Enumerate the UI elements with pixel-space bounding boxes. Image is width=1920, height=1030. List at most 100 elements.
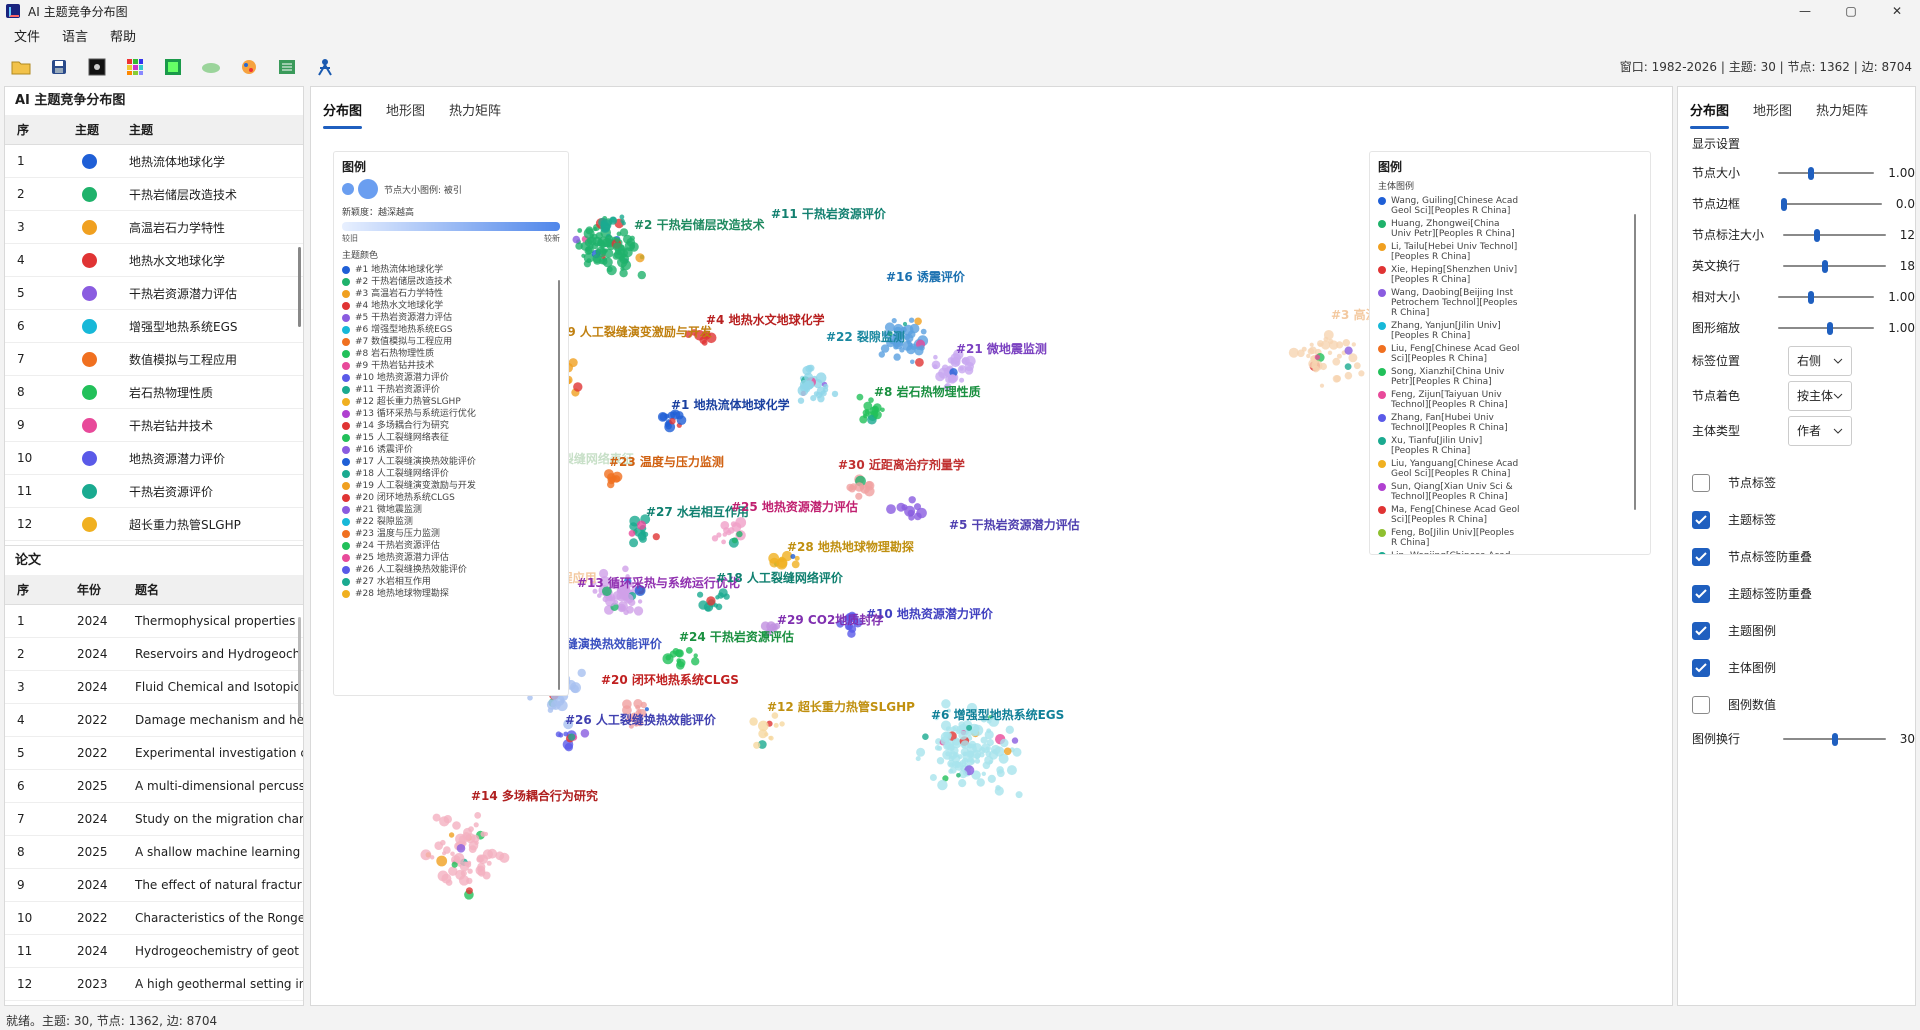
setting-select[interactable]: 按主体 [1788,380,1852,411]
node-point[interactable] [713,603,719,608]
node-point[interactable] [443,815,452,824]
topic-row[interactable]: 4 地热水文地球化学 [5,244,303,277]
node-point[interactable] [856,393,864,401]
node-point[interactable] [815,372,827,383]
node-point[interactable] [945,751,951,757]
paper-row[interactable]: 8 2025 A shallow machine learning [5,836,303,869]
node-point[interactable] [464,861,469,867]
palette-icon[interactable] [238,56,260,78]
tab-distribution[interactable]: 分布图 [323,92,363,129]
cluster-label[interactable]: #16 诱震评价 [886,269,966,284]
setting-slider[interactable] [1781,197,1882,211]
node-point[interactable] [994,786,1004,796]
slider-thumb[interactable] [1813,228,1820,242]
checkbox-row[interactable]: 图例数值 [1678,686,1915,723]
node-point[interactable] [947,743,955,752]
checkbox[interactable] [1692,695,1710,714]
node-point[interactable] [893,353,901,361]
topic-row[interactable]: 12 超长重力热管SLGHP [5,508,303,541]
cluster-label[interactable]: #25 地热资源潜力评估 [731,499,858,514]
node-point[interactable] [570,682,581,694]
node-point[interactable] [622,565,629,573]
node-point[interactable] [964,366,974,375]
node-point[interactable] [1005,725,1014,734]
node-point[interactable] [966,724,973,731]
col-paper-title[interactable]: 题名 [129,581,303,598]
node-point[interactable] [915,756,921,762]
node-point[interactable] [950,726,957,732]
node-point[interactable] [577,228,583,233]
cluster-label[interactable]: #12 超长重力热管SLGHP [767,699,915,714]
node-point[interactable] [597,593,602,598]
node-point[interactable] [1301,346,1307,352]
image-export-icon[interactable] [162,56,184,78]
topic-row[interactable]: 5 干热岩资源潜力评估 [5,277,303,310]
node-point[interactable] [1311,360,1323,371]
topic-row[interactable]: 8 岩石热物理性质 [5,376,303,409]
cluster-label[interactable]: #22 裂隙监测 [826,329,905,344]
node-point[interactable] [954,361,960,366]
node-point[interactable] [847,629,856,638]
node-point[interactable] [958,779,967,788]
node-point[interactable] [981,771,986,776]
node-point[interactable] [976,778,985,787]
cluster-label[interactable]: #29 CO2地质封存 [777,612,883,627]
node-point[interactable] [1344,346,1353,355]
cluster-label[interactable]: #24 干热岩资源评估 [679,629,794,644]
node-point[interactable] [568,733,576,741]
node-point[interactable] [629,522,638,531]
setting-slider[interactable] [1777,290,1875,304]
cluster-label[interactable]: #20 闭环地热系统CLGS [601,672,739,687]
node-point[interactable] [880,407,885,413]
topic-row[interactable]: 1 地热流体地球化学 [5,145,303,178]
node-point[interactable] [448,832,455,838]
node-point[interactable] [721,539,726,545]
topic-row[interactable]: 9 干热岩钻井技术 [5,409,303,442]
paper-row[interactable]: 1 2024 Thermophysical properties [5,605,303,638]
node-point[interactable] [1353,362,1361,370]
node-point[interactable] [613,599,619,605]
cloud-icon[interactable] [200,56,222,78]
legend-wrap-slider-thumb[interactable] [1832,732,1839,746]
node-point[interactable] [620,605,625,611]
node-point[interactable] [697,591,704,598]
node-point[interactable] [864,480,875,491]
node-point[interactable] [959,377,965,383]
node-point[interactable] [987,774,996,784]
author-legend-scrollbar[interactable] [1634,214,1636,510]
node-point[interactable] [573,382,583,392]
menu-language[interactable]: 语言 [62,26,88,45]
node-point[interactable] [607,480,615,489]
node-point[interactable] [773,722,779,728]
paper-row[interactable]: 2 2024 Reservoirs and Hydrogeoch [5,638,303,671]
node-point[interactable] [1309,342,1314,347]
node-point[interactable] [462,832,471,840]
node-point[interactable] [473,822,479,828]
slider-thumb[interactable] [1808,290,1815,304]
node-point[interactable] [914,346,924,356]
grid-colors-icon[interactable] [124,56,146,78]
node-point[interactable] [1358,370,1365,377]
node-point[interactable] [628,530,636,537]
node-point[interactable] [420,849,432,861]
node-point[interactable] [807,364,815,372]
slider-thumb[interactable] [1781,197,1788,211]
node-point[interactable] [916,747,926,757]
node-point[interactable] [691,657,700,666]
cluster-label[interactable]: #8 岩石热物理性质 [874,384,981,399]
node-point[interactable] [637,270,646,280]
paper-row[interactable]: 11 2024 Hydrogeochemistry of geot [5,935,303,968]
tab-terrain[interactable]: 地形图 [386,92,425,127]
node-point[interactable] [1011,737,1019,744]
node-point[interactable] [619,214,625,220]
topic-row[interactable]: 11 干热岩资源评价 [5,475,303,508]
node-point[interactable] [953,752,959,758]
cluster-label[interactable]: #2 干热岩储层改造技术 [634,217,765,232]
node-point[interactable] [622,699,632,709]
dark-theme-icon[interactable] [86,56,108,78]
node-point[interactable] [936,757,945,765]
node-point[interactable] [1344,371,1353,380]
topic-row[interactable]: 2 干热岩储层改造技术 [5,178,303,211]
topic-row[interactable]: 3 高温岩石力学特性 [5,211,303,244]
cluster-label[interactable]: #1 地热流体地球化学 [671,397,790,412]
